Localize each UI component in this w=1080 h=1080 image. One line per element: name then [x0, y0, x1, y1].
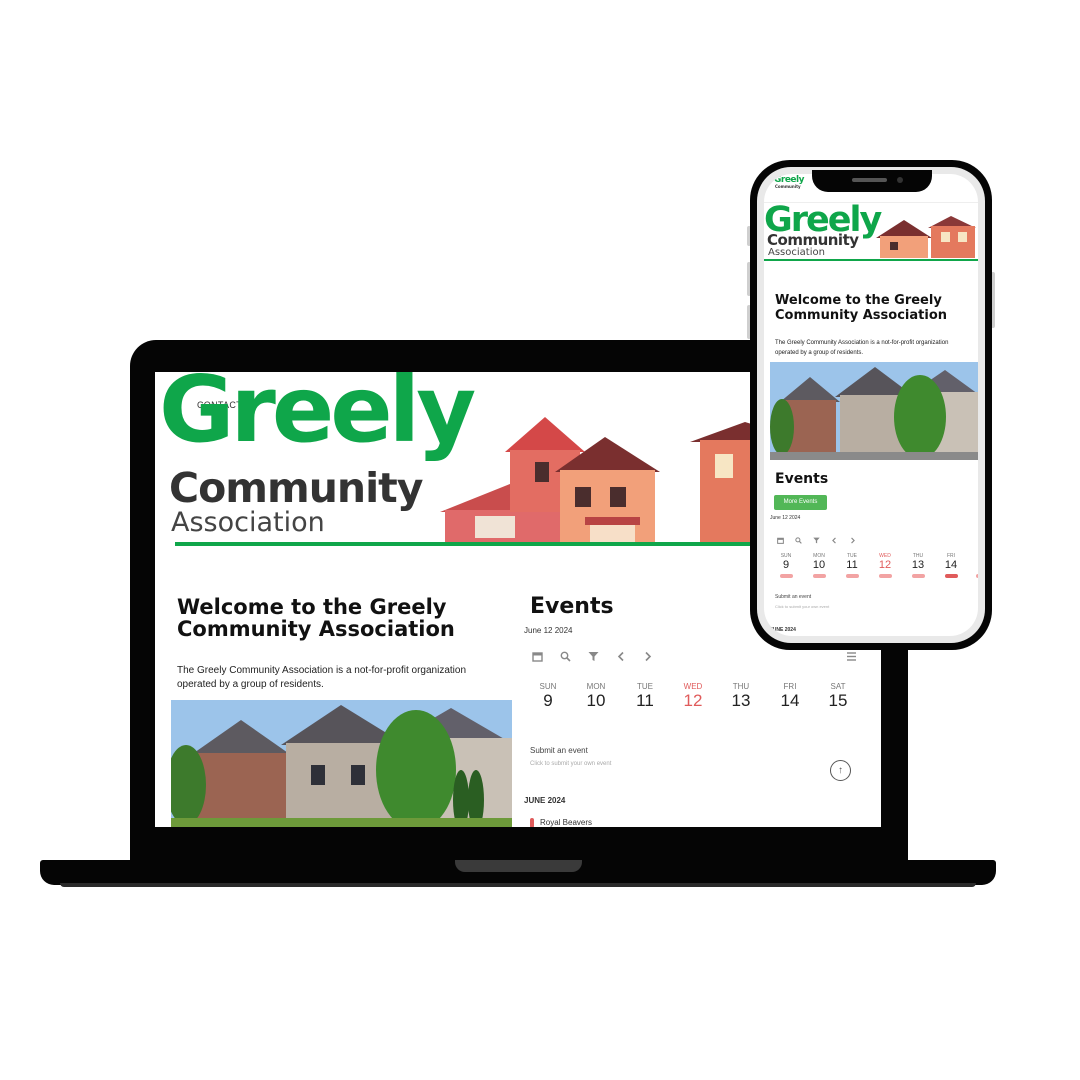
phone-houses-illustration [876, 216, 976, 258]
day-number: 14 [944, 559, 958, 571]
day-number: 9 [543, 691, 553, 710]
phone-welcome-title: Welcome to the Greely Community Associat… [775, 293, 947, 323]
phone-logo-community: Community [767, 231, 859, 249]
phone-welcome-title-line2: Community Association [775, 308, 948, 323]
event-indicator-wed [879, 574, 892, 578]
logo-community: Community [169, 464, 423, 512]
day-name: FRI [783, 682, 797, 691]
day-number: 9 [782, 559, 790, 571]
welcome-title-line2: Community Association [177, 617, 455, 642]
day-number: 12 [878, 559, 892, 571]
arrow-up-icon[interactable]: ↑ [830, 760, 851, 781]
day-number: 12 [683, 691, 703, 710]
phone-neighborhood-photo [770, 362, 978, 460]
event-indicator-sat [976, 574, 978, 578]
logo-greely[interactable]: Greely [159, 372, 476, 456]
event-item[interactable]: Royal Beavers [530, 818, 592, 827]
phone-welcome-text: The Greely Community Association is a no… [775, 338, 948, 358]
phone-submit-event-subtitle: Click to submit your own event [775, 604, 830, 609]
event-indicator-sun [780, 574, 793, 578]
neighborhood-photo [171, 700, 512, 827]
phone-day-fri[interactable]: FRI 14 [940, 553, 962, 571]
day-number: 13 [731, 691, 751, 710]
more-events-button[interactable]: More Events [774, 495, 827, 510]
phone-welcome-title-line1: Welcome to the Greely [775, 293, 942, 308]
phone-screen: Greely Community Greely Community Associ… [764, 174, 978, 636]
event-indicator-mon [813, 574, 826, 578]
day-sat[interactable]: SAT 15 [818, 682, 858, 711]
phone-header-green-rule [764, 259, 978, 261]
phone-calendar-icon[interactable] [776, 531, 784, 544]
day-sun[interactable]: SUN 9 [528, 682, 568, 711]
events-title: Events [530, 594, 614, 619]
event-color-dot [530, 818, 534, 827]
phone-submit-event-link[interactable]: Submit an event [775, 594, 811, 600]
chevron-left-icon[interactable] [614, 649, 628, 663]
phone-filter-icon[interactable] [812, 531, 820, 544]
laptop-trackpad-notch [455, 860, 582, 872]
day-name: MON [586, 682, 606, 691]
phone-day-thu[interactable]: THU 13 [907, 553, 929, 571]
day-wed-today[interactable]: WED 12 [673, 682, 713, 711]
phone-day-sun[interactable]: SUN 9 [775, 553, 797, 571]
day-number: 10 [812, 559, 826, 571]
day-tue[interactable]: TUE 11 [625, 682, 665, 711]
phone-day-mon[interactable]: MON 10 [808, 553, 830, 571]
filter-icon[interactable] [586, 649, 600, 663]
day-name: TUE [637, 682, 653, 691]
event-indicator-thu [912, 574, 925, 578]
event-indicator-fri [945, 574, 958, 578]
day-name: WED [683, 682, 703, 691]
welcome-title: Welcome to the Greely Community Associat… [177, 596, 455, 640]
submit-event-link[interactable]: Submit an event [530, 746, 588, 755]
day-number: 14 [780, 691, 800, 710]
phone-speaker [852, 178, 887, 182]
device-mockup-stage: CONTACT US Greely Community Association [0, 0, 1080, 1080]
day-number: 11 [846, 559, 858, 571]
welcome-title-line1: Welcome to the Greely [177, 595, 447, 619]
logo-association: Association [171, 507, 325, 538]
day-fri[interactable]: FRI 14 [770, 682, 810, 711]
phone-chevron-right-icon[interactable] [848, 531, 856, 544]
day-mon[interactable]: MON 10 [576, 682, 616, 711]
day-number: 11 [636, 691, 654, 710]
phone-events-current-date: June 12 2024 [770, 515, 801, 521]
welcome-text-line2: operated by a group of residents. [177, 679, 324, 690]
phone-search-icon[interactable] [794, 531, 802, 544]
event-indicator-tue [846, 574, 859, 578]
phone-chevron-left-icon[interactable] [830, 531, 838, 544]
events-current-date: June 12 2024 [524, 626, 573, 635]
laptop-base-lip [60, 883, 976, 887]
phone-camera [897, 177, 903, 183]
welcome-text-line1: The Greely Community Association is a no… [177, 665, 467, 676]
month-heading: JUNE 2024 [524, 796, 566, 805]
menu-icon[interactable] [844, 649, 858, 663]
phone-month-heading: JUNE 2024 [770, 627, 796, 633]
phone-logo-association: Association [768, 247, 825, 258]
phone-welcome-text-line1: The Greely Community Association is a no… [775, 340, 949, 346]
submit-event-subtitle: Click to submit your own event [530, 761, 612, 767]
day-number: 13 [911, 559, 925, 571]
day-number: 10 [586, 691, 606, 710]
phone-day-tue[interactable]: TUE 11 [841, 553, 863, 571]
search-icon[interactable] [558, 649, 572, 663]
day-thu[interactable]: THU 13 [721, 682, 761, 711]
day-name: THU [732, 682, 750, 691]
calendar-icon[interactable] [530, 649, 544, 663]
welcome-text: The Greely Community Association is a no… [177, 664, 466, 692]
phone-welcome-text-line2: operated by a group of residents. [775, 350, 864, 356]
chevron-right-icon[interactable] [640, 649, 654, 663]
day-number: 15 [828, 691, 848, 710]
mini-logo-community: Community [775, 184, 801, 189]
day-name: SUN [539, 682, 557, 691]
phone-events-title: Events [775, 471, 829, 487]
day-name: SAT [830, 682, 846, 691]
phone-day-wed-today[interactable]: WED 12 [874, 553, 896, 571]
event-title: Royal Beavers [540, 818, 593, 827]
